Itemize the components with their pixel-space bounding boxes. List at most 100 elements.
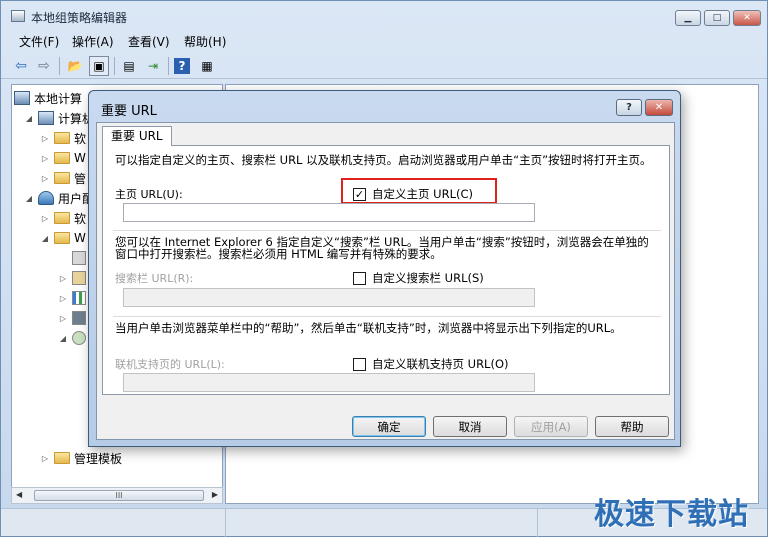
expand-icon[interactable]: ▷ <box>40 214 50 223</box>
settings-icon <box>72 251 86 265</box>
show-hide-tree-icon[interactable]: ▣ <box>89 56 109 76</box>
up-one-level-icon[interactable]: 📂 <box>65 56 85 76</box>
tree-item-root[interactable]: 本地计算 <box>14 89 82 107</box>
toolbar: ⇦ ⇨ 📂 ▣ ▤ ⇥ ? ▦ <box>1 53 767 79</box>
dialog-help-button[interactable]: ? <box>616 99 642 116</box>
tree-item-sub2[interactable]: ▷ <box>58 269 86 287</box>
collapse-icon[interactable]: ◢ <box>24 194 34 203</box>
menu-bar: 文件(F) 操作(A) 查看(V) 帮助(H) <box>1 31 767 51</box>
apply-button[interactable]: 应用(A) <box>514 416 588 437</box>
toolbar-separator <box>59 57 60 75</box>
folder-icon <box>54 132 70 144</box>
browser-icon <box>72 331 86 345</box>
properties-icon[interactable]: ▤ <box>119 56 139 76</box>
tree-item-computer-config[interactable]: ◢ 计算机 <box>24 109 94 127</box>
tree-item-user-windows[interactable]: ◢ W <box>40 229 86 247</box>
chart-icon <box>72 291 86 305</box>
view-icon[interactable]: ▦ <box>197 56 217 76</box>
cancel-button[interactable]: 取消 <box>433 416 507 437</box>
tab-panel: 可以指定自定义的主页、搜索栏 URL 以及联机支持页。启动浏览器或用户单击“主页… <box>102 145 670 395</box>
support-url-checkbox[interactable]: 自定义联机支持页 URL(O) <box>353 356 509 372</box>
menu-file[interactable]: 文件(F) <box>19 33 59 50</box>
important-url-dialog: 重要 URL ? ✕ 重要 URL 可以指定自定义的主页、搜索栏 URL 以及联… <box>88 90 681 447</box>
scroll-thumb[interactable]: III <box>34 490 204 501</box>
dialog-title: 重要 URL <box>101 104 157 119</box>
support-description: 当用户单击浏览器菜单栏中的“帮助”，然后单击“联机支持”时，浏览器中将显示出下列… <box>115 321 622 335</box>
tree-item-user-software[interactable]: ▷ 软 <box>40 209 86 227</box>
expand-icon[interactable]: ▷ <box>58 274 68 283</box>
window-title: 本地组策略编辑器 <box>31 11 128 25</box>
export-list-icon[interactable]: ⇥ <box>143 56 163 76</box>
user-icon <box>38 191 54 205</box>
expand-icon[interactable]: ▷ <box>40 454 50 463</box>
folder-icon <box>54 152 70 164</box>
forward-icon[interactable]: ⇨ <box>34 56 54 76</box>
collapse-icon[interactable]: ◢ <box>40 234 50 243</box>
collapse-icon[interactable]: ◢ <box>24 114 34 123</box>
tree-item-sub4[interactable]: ▷ <box>58 309 86 327</box>
support-url-input[interactable] <box>123 373 535 392</box>
status-separator <box>537 509 538 537</box>
search-url-label: 搜索栏 URL(R): <box>115 272 194 285</box>
folder-icon <box>54 452 70 464</box>
title-bar: 本地组策略编辑器 ▁ □ ✕ <box>1 1 767 31</box>
support-url-checkbox-label: 自定义联机支持页 URL(O) <box>372 357 509 371</box>
folder-icon <box>54 212 70 224</box>
tab-important-url[interactable]: 重要 URL <box>102 126 172 146</box>
red-highlight-box <box>341 178 497 204</box>
close-button[interactable]: ✕ <box>733 10 761 26</box>
menu-view[interactable]: 查看(V) <box>128 33 170 50</box>
tree-item-software[interactable]: ▷ 软 <box>40 129 86 147</box>
tree-item-admin[interactable]: ▷ 管 <box>40 169 86 187</box>
computer-icon <box>14 91 30 105</box>
help-icon[interactable]: ? <box>174 58 190 74</box>
search-description: 您可以在 Internet Explorer 6 指定自定义“搜索”栏 URL。… <box>115 235 649 261</box>
tree-label: 软 <box>74 211 87 226</box>
scroll-right-icon[interactable]: ▶ <box>212 490 218 499</box>
toolbar-separator <box>168 57 169 75</box>
expand-icon[interactable]: ▷ <box>58 314 68 323</box>
tree-item-user-config[interactable]: ◢ 用户配 <box>24 189 94 207</box>
tree-item-sub5[interactable]: ◢ <box>58 329 86 347</box>
folder-icon <box>54 232 70 244</box>
status-separator <box>225 509 226 537</box>
tree-item-sub1[interactable] <box>72 249 86 267</box>
separator <box>113 230 661 231</box>
checkbox-unchecked-icon[interactable] <box>353 271 366 285</box>
menu-action[interactable]: 操作(A) <box>72 33 114 50</box>
tree-label: 管理模板 <box>74 451 123 466</box>
tree-label: W <box>74 151 86 165</box>
expand-icon[interactable]: ▷ <box>40 154 50 163</box>
home-url-input[interactable] <box>123 203 535 222</box>
connection-icon <box>72 311 86 325</box>
scroll-left-icon[interactable]: ◀ <box>16 490 22 499</box>
back-icon[interactable]: ⇦ <box>11 56 31 76</box>
expand-icon[interactable]: ▷ <box>40 174 50 183</box>
home-url-label: 主页 URL(U): <box>115 188 183 201</box>
watermark-logo: 极速下载站 <box>594 497 749 532</box>
tree-label: 本地计算 <box>34 91 83 106</box>
tree-item-admin-templates[interactable]: ▷ 管理模板 <box>40 449 122 467</box>
minimize-button[interactable]: ▁ <box>675 10 701 26</box>
checkbox-unchecked-icon[interactable] <box>353 357 366 371</box>
ok-button[interactable]: 确定 <box>352 416 426 437</box>
dialog-close-button[interactable]: ✕ <box>645 99 673 116</box>
search-url-input[interactable] <box>123 288 535 307</box>
menu-help[interactable]: 帮助(H) <box>184 33 226 50</box>
maximize-button[interactable]: □ <box>704 10 730 26</box>
expand-icon[interactable]: ▷ <box>58 294 68 303</box>
horizontal-scrollbar[interactable]: ◀ III ▶ <box>11 487 223 504</box>
tree-label: 软 <box>74 131 87 146</box>
tree-item-sub3[interactable]: ▷ <box>58 289 86 307</box>
tree-label: W <box>74 231 86 245</box>
tree-item-windows[interactable]: ▷ W <box>40 149 86 167</box>
search-url-checkbox[interactable]: 自定义搜索栏 URL(S) <box>353 270 484 286</box>
computer-icon <box>38 111 54 125</box>
collapse-icon[interactable]: ◢ <box>58 334 68 343</box>
support-url-label: 联机支持页的 URL(L): <box>115 358 225 371</box>
app-icon <box>11 10 25 22</box>
expand-icon[interactable]: ▷ <box>40 134 50 143</box>
home-description: 可以指定自定义的主页、搜索栏 URL 以及联机支持页。启动浏览器或用户单击“主页… <box>115 153 652 167</box>
folder-icon <box>54 172 70 184</box>
help-button[interactable]: 帮助 <box>595 416 669 437</box>
